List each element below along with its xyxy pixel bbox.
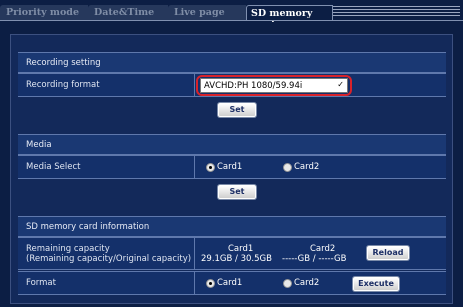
column-divider [194,272,195,294]
sd-info-header: SD memory card information [18,216,446,237]
media-select-label: Media Select [26,162,81,172]
tab-divider [0,20,463,21]
recording-set-row: Set [18,98,446,122]
execute-button[interactable]: Execute [353,277,399,291]
tab-sd-memory-card[interactable]: SD memory card [246,5,333,30]
recording-setting-header: Recording setting [18,52,446,73]
media-header: Media [18,134,446,155]
media-set-button[interactable]: Set [218,185,256,199]
format-row: Format Card1 Card2 Execute [18,271,446,295]
tab-live-page[interactable]: Live page [168,5,246,21]
media-card1-radio[interactable] [206,163,215,172]
tab-decoration [333,6,460,18]
tab-date-time[interactable]: Date&Time [88,5,168,21]
card2-capacity: -----GB / -----GB [282,254,347,264]
format-label: Format [26,278,56,288]
media-card2-label: Card2 [294,162,320,172]
column-divider [194,74,195,96]
format-card1-radio[interactable] [206,279,215,288]
reload-button[interactable]: Reload [367,246,409,260]
remaining-capacity-row: Remaining capacity (Remaining capacity/O… [18,237,446,270]
media-set-row: Set [18,180,446,204]
media-select-row: Media Select Card1 Card2 [18,155,446,179]
recording-format-row: Recording format AVCHD:PH 1080/59.94i ✓ [18,73,446,97]
format-card2-radio[interactable] [283,279,292,288]
recording-set-button[interactable]: Set [218,103,256,117]
media-card2-radio[interactable] [283,163,292,172]
format-card2-label: Card2 [294,278,320,288]
card1-title: Card1 [228,244,254,254]
recording-format-label: Recording format [26,80,100,90]
media-card1-label: Card1 [217,162,243,172]
highlight-ring [196,75,352,96]
format-card1-label: Card1 [217,278,243,288]
settings-panel: Recording setting Recording format AVCHD… [0,22,463,307]
column-divider [194,156,195,178]
remaining-capacity-label: Remaining capacity [26,244,110,254]
tab-priority-mode[interactable]: Priority mode [0,5,88,21]
column-divider [194,238,195,269]
card2-title: Card2 [310,244,336,254]
card1-capacity: 29.1GB / 30.5GB [201,254,272,264]
remaining-capacity-sublabel: (Remaining capacity/Original capacity) [26,254,192,264]
tab-bar: Priority mode Date&Time Live page SD mem… [0,0,463,30]
